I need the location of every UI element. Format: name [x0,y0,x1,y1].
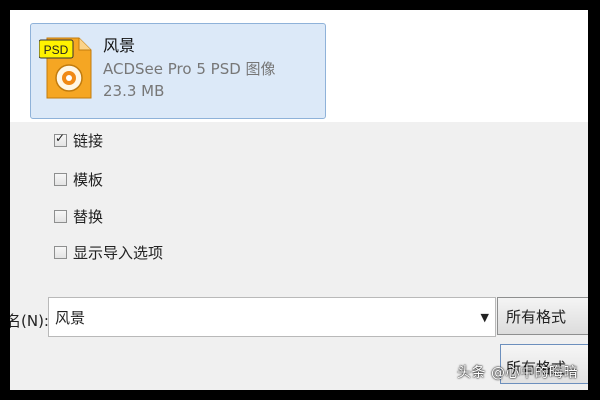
option-label: 链接 [73,131,104,150]
option-label: 模板 [73,170,104,189]
option-template[interactable]: 模板 [54,169,103,189]
file-name: 风景 [103,36,136,55]
psd-label: PSD [44,43,69,57]
psd-file-icon: PSD [39,37,92,99]
place-dialog: PSD 风景 ACDSee Pro 5 PSD 图像 23.3 MB 链接 模板… [10,10,588,390]
option-replace[interactable]: 替换 [54,206,103,226]
filename-value: 风景 [55,309,86,327]
filename-input[interactable]: 风景 ▼ [48,297,496,337]
file-size: 23.3 MB [103,82,165,100]
option-label: 显示导入选项 [73,243,164,262]
format-select-value: 所有格式 [506,308,567,326]
file-preview-area: PSD 风景 ACDSee Pro 5 PSD 图像 23.3 MB [10,10,588,122]
format-select[interactable]: 所有格式 [497,297,588,335]
filename-label: 名(N): [10,312,49,330]
selected-file-item[interactable]: PSD 风景 ACDSee Pro 5 PSD 图像 23.3 MB [30,23,326,119]
option-label: 替换 [73,207,104,226]
option-link[interactable]: 链接 [54,130,103,150]
template-checkbox[interactable] [54,172,67,186]
link-checkbox[interactable] [54,131,67,147]
replace-checkbox[interactable] [54,209,67,223]
dropdown-arrow-icon[interactable]: ▼ [481,311,489,324]
file-type: ACDSee Pro 5 PSD 图像 [103,60,276,78]
watermark-text: 头条 @心中的晦暗 [457,365,578,381]
show-import-checkbox[interactable] [54,245,67,259]
option-show-import[interactable]: 显示导入选项 [54,242,163,262]
options-area: 链接 模板 替换 显示导入选项 名(N): 风景 ▼ 所有格式 所有格式 [10,122,588,390]
